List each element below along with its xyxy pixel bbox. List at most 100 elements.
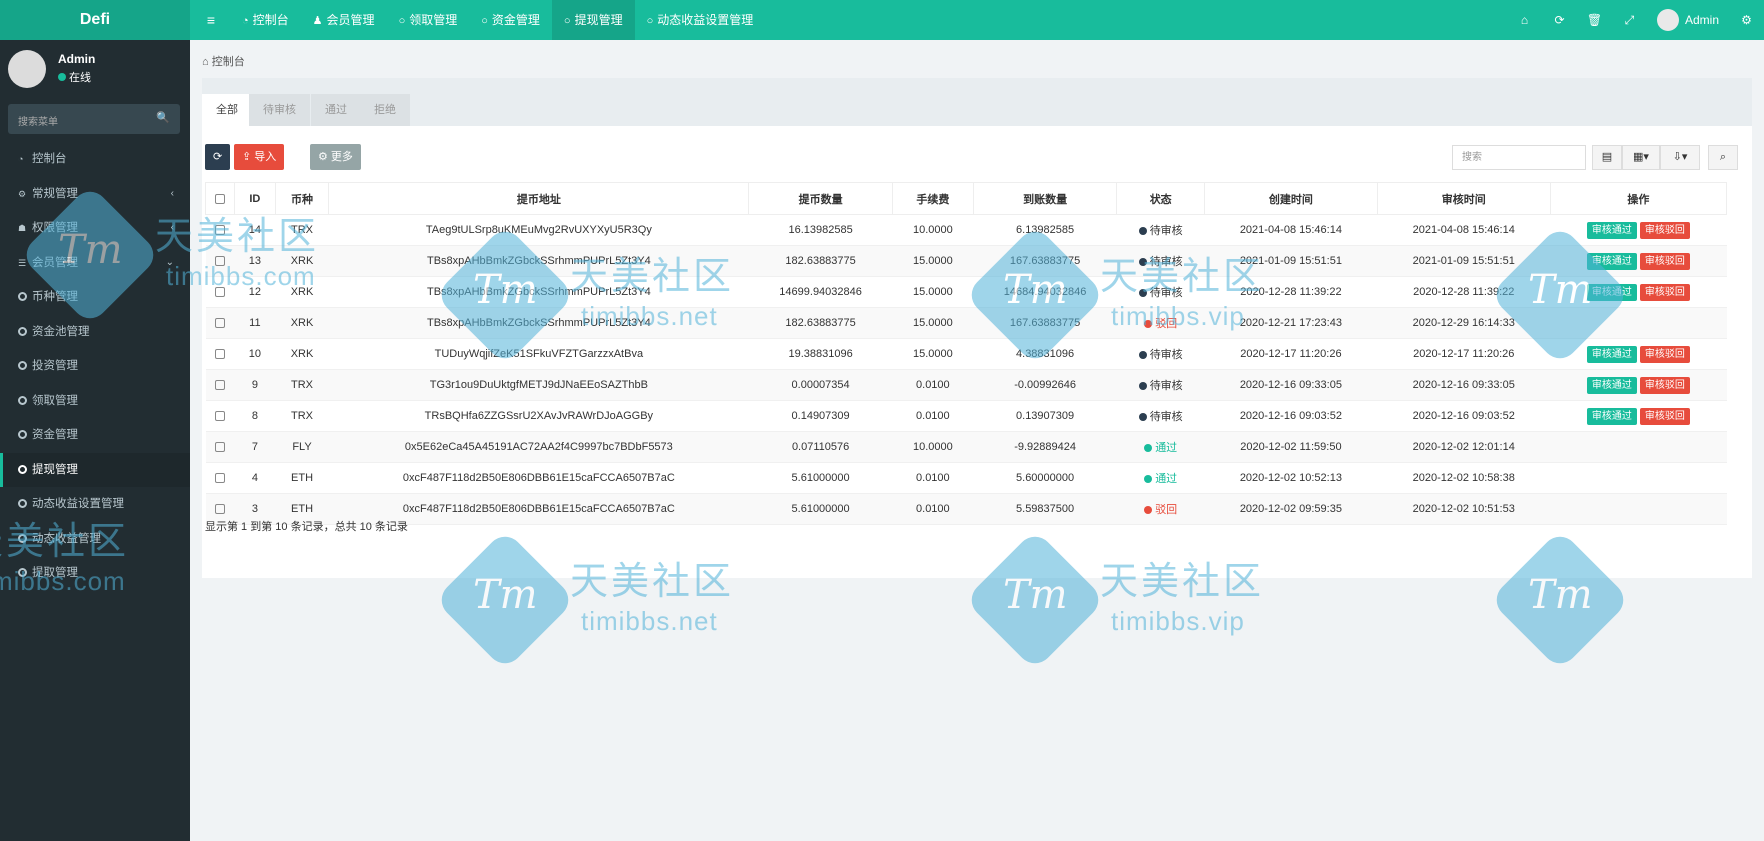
checkbox-icon[interactable] xyxy=(215,287,226,298)
import-button[interactable]: ⇪ 导入 xyxy=(234,144,285,170)
header-user-menu[interactable]: Admin xyxy=(1647,9,1729,31)
column-header[interactable]: 到账数量 xyxy=(972,182,1118,215)
select-all-checkbox[interactable] xyxy=(204,182,236,215)
sidebar-item-6[interactable]: 投资管理 xyxy=(0,349,190,384)
table-row[interactable]: 10 XRK TUDuyWqjifZeK51SFkuVFZTGarzzxAtBva 1… xyxy=(205,338,1727,370)
table-row[interactable]: 8 TRX TRsBQHfa6ZZGSsrU2XAvJvRAWrDJoAGGBy 0.… xyxy=(205,400,1727,432)
table-row[interactable]: 14 TRX TAeg9tULSrp8uKMEuMvg2RvUXYXyU5R3Qy 1… xyxy=(205,214,1727,246)
reject-button[interactable]: 审核驳回 xyxy=(1639,283,1690,301)
table-row[interactable]: 7 FLY 0x5E62eCa45A45191AC72AA2f4C9997bc7BD… xyxy=(205,431,1727,463)
sidebar-item-9[interactable]: 提现管理 xyxy=(0,452,190,487)
approve-button[interactable]: 审核通过 xyxy=(1586,283,1637,301)
sidebar-item-1[interactable]: ⚙ 常规管理 ‹ xyxy=(0,177,190,212)
nav-tab-3[interactable]: ○ 资金管理 xyxy=(469,0,552,40)
checkbox-icon[interactable] xyxy=(215,225,226,236)
search-icon[interactable]: ⌕ xyxy=(1708,145,1738,170)
column-header[interactable]: 提币地址 xyxy=(328,182,750,215)
approve-button[interactable]: 审核通过 xyxy=(1586,376,1637,394)
trash-icon[interactable]: 🗑 xyxy=(1577,13,1612,27)
sidebar-item-3[interactable]: ☰ 会员管理 ⌄ xyxy=(0,246,190,281)
sidebar-item-5[interactable]: 资金池管理 xyxy=(0,315,190,350)
table-row[interactable]: 13 XRK TBs8xpAHbBmkZGbckSSrhmmPUPrL5Zt3Y4 1… xyxy=(205,245,1727,277)
nav-tab-label: 领取管理 xyxy=(409,13,458,27)
nav-tab-1[interactable]: ♟ 会员管理 xyxy=(301,0,387,40)
column-header[interactable]: 创建时间 xyxy=(1203,182,1378,215)
column-header[interactable]: 审核时间 xyxy=(1376,182,1551,215)
table-row[interactable]: 4 ETH 0xcF487F118d2B50E806DBB61E15caFCCA65… xyxy=(205,462,1727,494)
search-icon[interactable]: 🔍 xyxy=(156,111,170,124)
column-header[interactable]: 手续费 xyxy=(891,182,974,215)
approve-button[interactable]: 审核通过 xyxy=(1586,407,1637,425)
row-checkbox[interactable] xyxy=(205,214,235,246)
reject-button[interactable]: 审核驳回 xyxy=(1639,252,1690,270)
tab-2[interactable]: 通过 xyxy=(311,94,361,126)
export-icon[interactable]: ⇩▾ xyxy=(1660,145,1700,170)
column-header[interactable]: ID xyxy=(234,182,276,215)
nav-tab-2[interactable]: ○ 领取管理 xyxy=(387,0,470,40)
table-search-input[interactable]: 搜索 xyxy=(1452,145,1586,170)
tab-3[interactable]: 拒绝 xyxy=(360,94,410,126)
table-row[interactable]: 12 XRK TBs8xpAHbBmkZGbckSSrhmmPUPrL5Zt3Y4 1… xyxy=(205,276,1727,308)
refresh-button[interactable]: ⟳ xyxy=(205,144,231,170)
breadcrumb[interactable]: ⌂ 控制台 xyxy=(202,53,245,69)
sidebar-item-2[interactable]: ☗ 权限管理 ‹ xyxy=(0,211,190,246)
column-header[interactable]: 操作 xyxy=(1549,182,1728,215)
reject-button[interactable]: 审核驳回 xyxy=(1639,376,1690,394)
nav-tab-5[interactable]: ○ 动态收益设置管理 xyxy=(635,0,766,40)
nav-tab-0[interactable]: ◔ 控制台 xyxy=(230,0,301,40)
checkbox-icon[interactable] xyxy=(215,349,226,360)
reject-button[interactable]: 审核驳回 xyxy=(1639,407,1690,425)
row-checkbox[interactable] xyxy=(205,245,235,277)
more-button[interactable]: ⚙ 更多 xyxy=(310,144,361,170)
row-checkbox[interactable] xyxy=(205,369,235,401)
row-checkbox[interactable] xyxy=(205,276,235,308)
cell-received: 0.13907309 xyxy=(973,400,1117,432)
checkbox-icon[interactable] xyxy=(215,473,226,484)
checkbox-icon[interactable] xyxy=(215,442,226,453)
row-checkbox[interactable] xyxy=(205,307,235,339)
app-logo[interactable]: Defi xyxy=(0,0,190,40)
table-row[interactable]: 9 TRX TG3r1ou9DuUktgfMETJ9dJNaEEoSAZThbB 0.… xyxy=(205,369,1727,401)
row-checkbox[interactable] xyxy=(205,338,235,370)
sidebar-item-8[interactable]: 资金管理 xyxy=(0,418,190,453)
sidebar-item-0[interactable]: ◔ 控制台 xyxy=(0,142,190,177)
tab-1[interactable]: 待审核 xyxy=(249,94,310,126)
settings-icon[interactable]: ⚙ xyxy=(1729,13,1764,27)
approve-button[interactable]: 审核通过 xyxy=(1586,252,1637,270)
sidebar-item-12[interactable]: 提取管理 xyxy=(0,556,190,591)
checkbox-icon[interactable] xyxy=(215,380,226,391)
tab-0[interactable]: 全部 xyxy=(202,94,252,126)
sidebar-item-10[interactable]: 动态收益设置管理 xyxy=(0,487,190,522)
sidebar-item-11[interactable]: 动态收益管理 xyxy=(0,522,190,557)
column-header[interactable]: 状态 xyxy=(1116,182,1205,215)
columns-icon[interactable]: ▦▾ xyxy=(1622,145,1660,170)
table-row[interactable]: 3 ETH 0xcF487F118d2B50E806DBB61E15caFCCA65… xyxy=(205,493,1727,525)
menu-toggle-icon[interactable]: ≡ xyxy=(202,0,220,40)
checkbox-icon[interactable] xyxy=(215,256,226,267)
approve-button[interactable]: 审核通过 xyxy=(1586,221,1637,239)
sidebar-item-label: 常规管理 xyxy=(32,187,78,200)
circle-icon xyxy=(18,326,27,336)
checkbox-icon[interactable] xyxy=(215,411,226,422)
nav-tab-4[interactable]: ○ 提现管理 xyxy=(551,0,635,40)
checkbox-icon[interactable] xyxy=(215,318,226,329)
reject-button[interactable]: 审核驳回 xyxy=(1639,221,1690,239)
checkbox-icon[interactable] xyxy=(215,504,226,515)
row-checkbox[interactable] xyxy=(205,400,235,432)
sidebar-item-7[interactable]: 领取管理 xyxy=(0,384,190,419)
row-checkbox[interactable] xyxy=(205,431,235,463)
checkbox-icon[interactable] xyxy=(215,193,226,204)
approve-button[interactable]: 审核通过 xyxy=(1586,345,1637,363)
table-row[interactable]: 11 XRK TBs8xpAHbBmkZGbckSSrhmmPUPrL5Zt3Y4 1… xyxy=(205,307,1727,339)
fullscreen-icon[interactable]: ⤢ xyxy=(1612,13,1647,28)
column-header[interactable]: 币种 xyxy=(274,182,330,215)
toggle-view-icon[interactable]: ▤ xyxy=(1592,145,1622,170)
refresh-icon[interactable]: ⟳ xyxy=(1542,13,1577,27)
row-checkbox[interactable] xyxy=(205,462,235,494)
status-dot-icon xyxy=(1144,320,1153,328)
sidebar-search-input[interactable]: 搜索菜单 🔍 xyxy=(8,104,180,134)
column-header[interactable]: 提币数量 xyxy=(748,182,893,215)
home-icon[interactable]: ⌂ xyxy=(1507,13,1542,27)
sidebar-item-4[interactable]: 币种管理 xyxy=(0,280,190,315)
reject-button[interactable]: 审核驳回 xyxy=(1639,345,1690,363)
